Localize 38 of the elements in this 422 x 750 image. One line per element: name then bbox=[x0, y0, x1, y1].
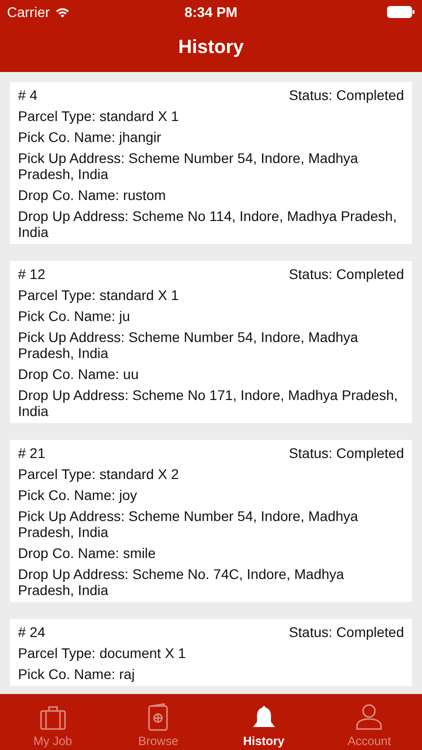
order-detail: Pick Co. Name: raj bbox=[18, 666, 136, 682]
order-number: # 24 bbox=[18, 624, 46, 640]
order-detail: Drop Co. Name: smile bbox=[18, 545, 157, 561]
order-detail: Parcel Type: document X 1 bbox=[18, 645, 187, 661]
order-detail: Drop Co. Name: uu bbox=[18, 366, 140, 382]
order-status: Status: Completed bbox=[288, 624, 404, 640]
order-detail: Pick Up Address: Scheme Number 54, Indore, Madhya Pradesh, India bbox=[18, 508, 360, 540]
order-number: # 4 bbox=[18, 87, 38, 103]
order-number: # 12 bbox=[18, 266, 46, 282]
carrier-label: Carrier bbox=[7, 2, 50, 22]
screen-title: History bbox=[178, 36, 244, 60]
order-detail: Pick Up Address: Scheme Number 54, Indore, Madhya Pradesh, India bbox=[18, 329, 360, 361]
tab[interactable]: My Job bbox=[0, 694, 106, 750]
person-icon bbox=[355, 703, 384, 731]
order-card[interactable]: # 24 Status: Completed Parcel Type: document X 1 Pick Co. Name: raj bbox=[10, 619, 412, 686]
tab[interactable]: Account bbox=[316, 694, 422, 750]
tab[interactable]: History bbox=[211, 694, 316, 750]
passport-icon bbox=[147, 703, 170, 731]
order-detail: Drop Up Address: Scheme No. 74C, Indore, Madhya Pradesh, India bbox=[18, 566, 346, 598]
order-status: Status: Completed bbox=[288, 445, 404, 461]
wifi-icon bbox=[54, 6, 70, 18]
tab[interactable]: Browse bbox=[106, 694, 211, 750]
order-detail: Pick Co. Name: jhangir bbox=[18, 129, 162, 145]
order-detail: Drop Up Address: Scheme No 114, Indore, Madhya Pradesh, India bbox=[18, 208, 398, 240]
clock-label: 8:34 PM bbox=[184, 2, 238, 22]
order-number: # 21 bbox=[18, 445, 46, 461]
order-status: Status: Completed bbox=[288, 266, 404, 282]
order-detail: Pick Co. Name: ju bbox=[18, 308, 132, 324]
order-detail: Parcel Type: standard X 2 bbox=[18, 466, 180, 482]
order-detail: Pick Co. Name: joy bbox=[18, 487, 138, 503]
order-detail: Pick Up Address: Scheme Number 54, Indore, Madhya Pradesh, India bbox=[18, 150, 360, 182]
order-detail: Drop Co. Name: rustom bbox=[18, 187, 167, 203]
order-status: Status: Completed bbox=[288, 87, 404, 103]
battery-icon bbox=[386, 6, 415, 18]
order-detail: Drop Up Address: Scheme No 171, Indore, Madhya Pradesh, India bbox=[18, 387, 399, 419]
order-detail: Parcel Type: standard X 1 bbox=[18, 108, 180, 124]
suitcase-icon bbox=[38, 705, 67, 731]
order-detail: Parcel Type: standard X 1 bbox=[18, 287, 180, 303]
